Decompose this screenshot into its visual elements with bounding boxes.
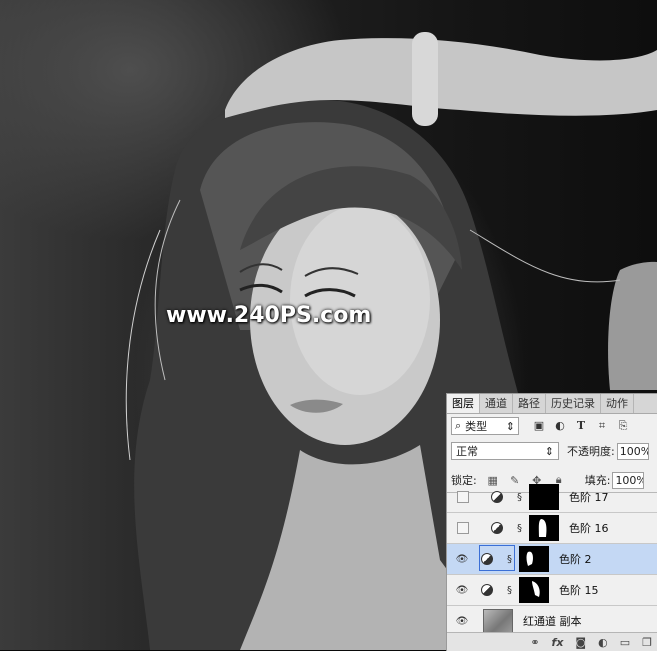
layer-name: 色阶 17: [569, 491, 609, 504]
new-layer-icon[interactable]: ❐: [642, 636, 652, 649]
watermark-text: www.240PS.com: [166, 303, 372, 328]
adjustment-filter-icon[interactable]: ◐: [554, 420, 566, 432]
adjustment-icon[interactable]: ◐: [598, 636, 608, 649]
mask-icon[interactable]: ◙: [575, 636, 586, 649]
levels-adjustment-icon: [491, 491, 503, 503]
layer-mask-thumbnail[interactable]: [519, 577, 549, 603]
layer-mask-thumbnail[interactable]: [519, 546, 549, 572]
stepper-icon: ⇕: [505, 419, 515, 433]
layer-name: 色阶 16: [569, 522, 609, 535]
eye-icon[interactable]: 👁︎: [453, 616, 471, 627]
tab-actions[interactable]: 动作: [601, 394, 634, 413]
mask-shape: [532, 581, 540, 597]
mask-shape: [526, 551, 533, 566]
link-icon[interactable]: ⚭: [530, 636, 539, 649]
opacity-input[interactable]: 100%: [616, 442, 649, 460]
layer-name: 色阶 2: [559, 553, 592, 566]
layer-row-selected[interactable]: 👁︎ § 色阶 2: [447, 544, 657, 575]
layer-filter-select[interactable]: ⌕ 类型 ⇕: [451, 417, 519, 435]
selection-frame: [479, 545, 515, 571]
tab-layers[interactable]: 图层: [447, 394, 480, 413]
layer-name: 红通道 副本: [523, 615, 582, 628]
pixel-filter-icon[interactable]: ▣: [533, 420, 545, 432]
eye-icon[interactable]: 👁︎: [453, 554, 471, 565]
link-icon[interactable]: §: [507, 585, 515, 596]
filter-label: 类型: [465, 420, 488, 433]
visibility-toggle[interactable]: [457, 522, 469, 534]
visibility-toggle[interactable]: [457, 491, 469, 503]
panel-bottom-toolbar: ⚭ fx ◙ ◐ ▭ ❐: [447, 632, 657, 651]
layer-thumbnail[interactable]: [483, 609, 513, 633]
tab-history[interactable]: 历史记录: [546, 394, 601, 413]
type-filter-icon[interactable]: T: [575, 420, 587, 432]
layer-name: 色阶 15: [559, 584, 599, 597]
levels-adjustment-icon: [481, 584, 493, 596]
fx-icon[interactable]: fx: [552, 636, 564, 649]
layer-mask-thumbnail[interactable]: [529, 484, 559, 510]
link-icon[interactable]: §: [517, 523, 525, 534]
panel-tabs: 图层 通道 路径 历史记录 动作: [447, 394, 657, 414]
group-folder-icon[interactable]: ▭: [620, 636, 630, 649]
smartobject-filter-icon[interactable]: ⎘: [617, 420, 629, 432]
layer-row[interactable]: 👁︎ § 色阶 15: [447, 575, 657, 606]
layer-row[interactable]: § 色阶 16: [447, 513, 657, 544]
layers-panel[interactable]: 图层 通道 路径 历史记录 动作 ⌕ 类型 ⇕ ▣ ◐ T ⌗ ⎘ 正常 ⇕ 不…: [446, 393, 657, 651]
layer-mask-thumbnail[interactable]: [529, 515, 559, 541]
opacity-label: 不透明度:: [567, 445, 615, 458]
blend-mode-value: 正常: [456, 445, 478, 458]
layer-row[interactable]: § 色阶 17: [447, 482, 657, 513]
tab-paths[interactable]: 路径: [513, 394, 546, 413]
stepper-icon: ⇕: [544, 444, 554, 458]
link-icon[interactable]: §: [517, 492, 525, 503]
levels-adjustment-icon: [491, 522, 503, 534]
blend-mode-select[interactable]: 正常 ⇕: [451, 442, 559, 460]
tab-channels[interactable]: 通道: [480, 394, 513, 413]
layer-list: § 色阶 17 § 色阶 16 👁︎ § 色阶 2 👁︎ § 色阶 15 👁︎ …: [447, 482, 657, 637]
mask-shape: [538, 519, 547, 537]
eye-icon[interactable]: 👁︎: [453, 585, 471, 596]
shape-filter-icon[interactable]: ⌗: [596, 420, 608, 432]
